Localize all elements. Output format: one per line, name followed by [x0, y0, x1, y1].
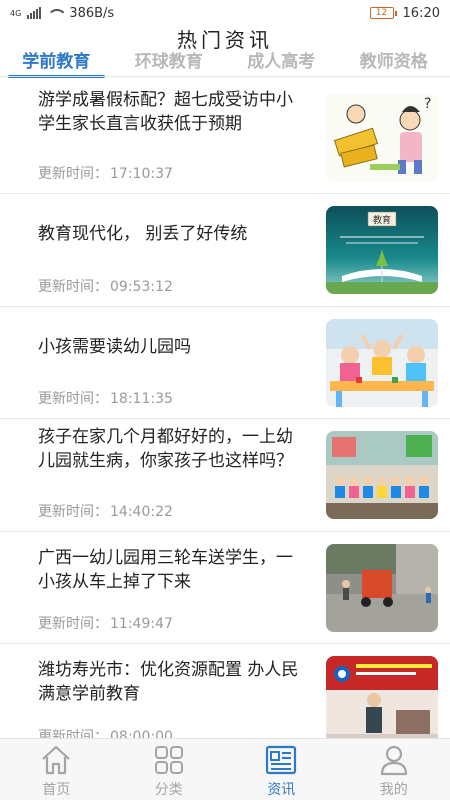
- time-value: 08:00:00: [110, 728, 173, 739]
- news-thumbnail: 教育: [326, 206, 438, 294]
- tricycle-street-photo: [326, 543, 438, 632]
- news-thumbnail: [326, 318, 438, 407]
- battery-level: 12: [369, 7, 394, 19]
- signal-icon: [27, 7, 42, 19]
- nav-home-label: 首页: [42, 782, 71, 798]
- app-screen: 4G 386B/s 12 16:20 热门资讯 学前教育 环球教育 成人高考 教…: [0, 0, 450, 800]
- news-time: 更新时间： 09:53:12: [38, 276, 173, 296]
- time-value: 14:40:22: [110, 503, 173, 520]
- news-thumbnail: [326, 656, 438, 738]
- time-label: 更新时间：: [38, 728, 108, 739]
- news-item[interactable]: 游学成暑假标配？超七成受访中小学生家长直言收获低于预期 更新时间： 17:10:3…: [0, 90, 450, 194]
- svg-text:教育: 教育: [373, 214, 391, 226]
- time-value: 11:49:47: [110, 616, 173, 632]
- time-label: 更新时间：: [38, 391, 108, 407]
- news-title: 广西一幼儿园用三轮车送学生，一小孩从车上掉了下来: [38, 547, 293, 592]
- network-type: 4G: [10, 8, 22, 18]
- tab-adult-exam[interactable]: 成人高考: [225, 50, 338, 76]
- news-item[interactable]: 孩子在家几个月都好好的，一上幼儿园就生病，你家孩子也这样吗？ 更新时间： 14:4…: [0, 419, 450, 532]
- news-title: 潍坊寿光市：优化资源配置 办人民满意学前教育: [38, 660, 299, 704]
- time-label: 更新时间：: [38, 616, 108, 632]
- news-time: 更新时间： 11:49:47: [38, 613, 173, 633]
- news-title: 孩子在家几个月都好好的，一上幼儿园就生病，你家孩子也这样吗？: [38, 427, 293, 471]
- nav-home[interactable]: 首页: [0, 739, 113, 800]
- battery-icon: 12: [369, 7, 397, 19]
- children-seated-row-photo: [326, 431, 438, 519]
- time-label: 更新时间：: [38, 166, 108, 182]
- nav-news-label: 资讯: [267, 782, 296, 798]
- time-label: 更新时间：: [38, 503, 108, 520]
- nav-category-label: 分类: [154, 782, 183, 798]
- news-title: 游学成暑假标配？超七成受访中小学生家长直言收获低于预期: [38, 90, 293, 134]
- svg-text:?: ?: [424, 96, 431, 112]
- tabs-divider: [0, 76, 450, 77]
- news-item[interactable]: 广西一幼儿园用三轮车送学生，一小孩从车上掉了下来 更新时间： 11:49:47: [0, 532, 450, 644]
- news-item[interactable]: 潍坊寿光市：优化资源配置 办人民满意学前教育 更新时间： 08:00:00: [0, 644, 450, 738]
- news-thumbnail: [326, 431, 438, 519]
- time-value: 09:53:12: [110, 278, 173, 295]
- news-item[interactable]: 小孩需要读幼儿园吗 更新时间： 18:11:35: [0, 307, 450, 419]
- open-book-sprout-illustration: 教育: [326, 206, 438, 294]
- grid-icon: [154, 746, 183, 774]
- conference-speaker-photo: [326, 656, 438, 738]
- tab-teacher-cert[interactable]: 教师资格: [338, 50, 450, 76]
- news-icon: [266, 745, 297, 775]
- time-value: 18:11:35: [110, 391, 173, 407]
- news-title: 小孩需要读幼儿园吗: [38, 336, 191, 357]
- network-speed: 386B/s: [69, 5, 115, 21]
- news-time: 更新时间： 18:11:35: [38, 388, 173, 408]
- kindergarten-children-photo: [326, 318, 438, 407]
- news-time: 更新时间： 08:00:00: [38, 726, 173, 739]
- time-label: 更新时间：: [38, 278, 108, 295]
- news-thumbnail: ?: [326, 94, 438, 182]
- news-title: 教育现代化， 别丢了好传统: [38, 224, 248, 244]
- home-icon: [42, 745, 70, 775]
- bottom-navigation: 首页 分类 资讯 我的: [0, 738, 450, 800]
- news-time: 更新时间： 14:40:22: [38, 501, 173, 521]
- news-thumbnail: [326, 543, 438, 632]
- status-right: 12 16:20: [369, 5, 440, 21]
- tab-global[interactable]: 环球教育: [113, 50, 226, 76]
- status-left: 4G 386B/s: [10, 6, 114, 21]
- category-tabs: 学前教育 环球教育 成人高考 教师资格: [0, 50, 450, 78]
- tab-preschool[interactable]: 学前教育: [0, 50, 113, 78]
- nav-profile[interactable]: 我的: [338, 739, 450, 800]
- wifi-icon: [47, 7, 63, 19]
- news-list[interactable]: 游学成暑假标配？超七成受访中小学生家长直言收获低于预期 更新时间： 17:10:3…: [0, 90, 450, 738]
- status-bar: 4G 386B/s 12 16:20: [0, 0, 450, 26]
- user-icon: [380, 745, 407, 776]
- time-value: 17:10:37: [110, 166, 173, 182]
- news-item[interactable]: 教育现代化， 别丢了好传统 更新时间： 09:53:12 教育: [0, 194, 450, 307]
- clock: 16:20: [402, 5, 440, 21]
- news-time: 更新时间： 17:10:37: [38, 163, 173, 183]
- cartoon-money-illustration: ?: [326, 94, 438, 182]
- nav-profile-label: 我的: [379, 782, 408, 798]
- nav-category[interactable]: 分类: [113, 739, 226, 800]
- nav-news[interactable]: 资讯: [225, 739, 338, 800]
